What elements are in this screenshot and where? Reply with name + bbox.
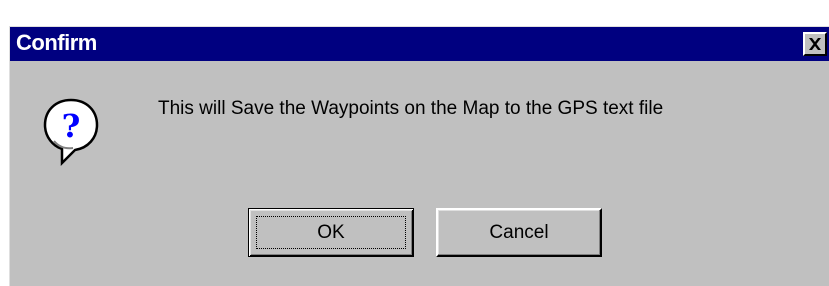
question-icon: ? (42, 97, 100, 167)
cancel-button-label: Cancel (489, 221, 549, 243)
ok-button-label: OK (317, 221, 345, 243)
title-bar[interactable]: Confirm (10, 27, 829, 61)
close-icon (809, 38, 821, 50)
confirm-message: This will Save the Waypoints on the Map … (158, 98, 664, 119)
confirm-dialog: Confirm ? This will Save the Waypoints o… (9, 26, 829, 286)
question-glyph: ? (62, 107, 81, 145)
close-button[interactable] (803, 32, 827, 56)
dialog-title: Confirm (16, 30, 97, 55)
cancel-button[interactable]: Cancel (436, 208, 602, 257)
ok-button[interactable]: OK (248, 208, 414, 257)
